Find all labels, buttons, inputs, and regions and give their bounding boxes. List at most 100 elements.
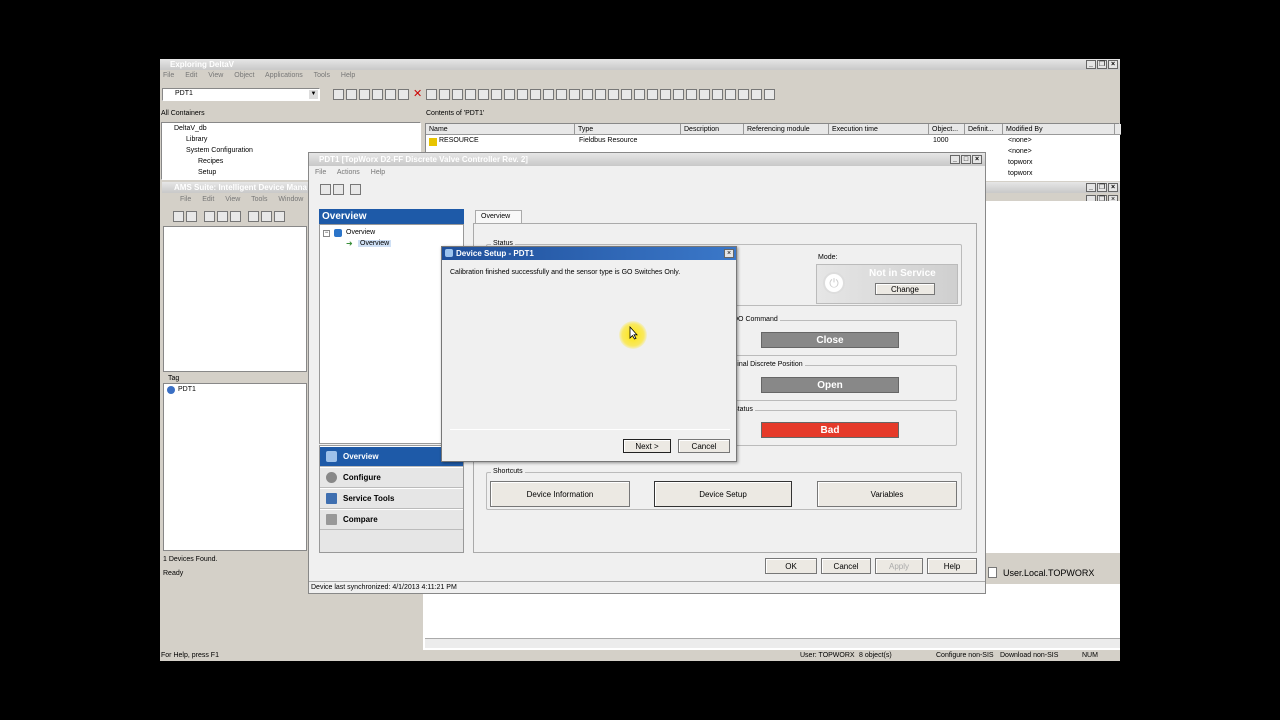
toolbar-icon[interactable]: [647, 89, 659, 100]
toolbar-icon[interactable]: [248, 211, 259, 222]
device-menu-actions[interactable]: Actions: [337, 169, 360, 176]
toolbar-icon[interactable]: [439, 89, 451, 100]
toolbar-icon[interactable]: [385, 89, 396, 100]
column-modified-by[interactable]: Modified By: [1003, 124, 1115, 135]
nav-compare[interactable]: Compare: [320, 509, 463, 530]
menu-tools[interactable]: Tools: [314, 72, 330, 79]
print-icon[interactable]: [173, 211, 184, 222]
ams-menu-view[interactable]: View: [225, 196, 240, 203]
preview-icon[interactable]: [186, 211, 197, 222]
cut-icon[interactable]: [204, 211, 215, 222]
variables-button[interactable]: Variables: [817, 481, 957, 507]
explorer-combo[interactable]: PDT1 ▼: [162, 88, 320, 101]
restore-icon[interactable]: ❐: [1097, 60, 1107, 69]
toolbar-icon[interactable]: [478, 89, 490, 100]
toolbar-icon[interactable]: [751, 89, 763, 100]
next-button[interactable]: Next >: [623, 439, 671, 453]
toolbar-icon[interactable]: [333, 89, 344, 100]
combo-chevron-icon[interactable]: ▼: [309, 90, 318, 99]
close-icon[interactable]: ×: [724, 249, 734, 258]
tree-item-library[interactable]: Library: [186, 136, 207, 143]
toolbar-icon[interactable]: [543, 89, 555, 100]
toolbar-icon[interactable]: [686, 89, 698, 100]
toolbar-icon[interactable]: [738, 89, 750, 100]
tree-item-recipes[interactable]: Recipes: [198, 158, 223, 165]
preview-icon[interactable]: [333, 184, 344, 195]
toolbar-icon[interactable]: [660, 89, 672, 100]
toolbar-icon[interactable]: [725, 89, 737, 100]
ams-menu-edit[interactable]: Edit: [202, 196, 214, 203]
tag-item[interactable]: PDT1: [178, 386, 196, 393]
tree-item-system-configuration[interactable]: System Configuration: [186, 147, 253, 154]
close-icon[interactable]: ×: [1108, 183, 1118, 192]
toolbar-icon[interactable]: [426, 89, 438, 100]
table-row[interactable]: RESOURCE Fieldbus Resource 1000 <none>: [426, 137, 1116, 147]
copy-icon[interactable]: [217, 211, 228, 222]
toolbar-icon[interactable]: [398, 89, 409, 100]
toolbar-icon[interactable]: [452, 89, 464, 100]
toolbar-icon[interactable]: [261, 211, 272, 222]
toolbar-icon[interactable]: [673, 89, 685, 100]
overview-tab[interactable]: Overview: [475, 210, 522, 223]
maximize-icon[interactable]: □: [961, 155, 971, 164]
device-menu-file[interactable]: File: [315, 169, 326, 176]
close-icon[interactable]: ×: [1108, 60, 1118, 69]
delete-icon[interactable]: ✕: [413, 89, 422, 101]
restore-icon[interactable]: ❐: [1097, 183, 1107, 192]
menu-file[interactable]: File: [163, 72, 174, 79]
device-menu-help[interactable]: Help: [371, 169, 385, 176]
toolbar-icon[interactable]: [582, 89, 594, 100]
column-execution-time[interactable]: Execution time: [829, 124, 929, 135]
menu-applications[interactable]: Applications: [265, 72, 303, 79]
toolbar-icon[interactable]: [608, 89, 620, 100]
minimize-icon[interactable]: _: [1086, 183, 1096, 192]
column-name[interactable]: Name: [426, 124, 575, 135]
toolbar-icon[interactable]: [346, 89, 357, 100]
ams-menu-window[interactable]: Window: [278, 196, 303, 203]
dialog-cancel-button[interactable]: Cancel: [678, 439, 730, 453]
apply-button[interactable]: Apply: [875, 558, 923, 574]
toolbar-icon[interactable]: [517, 89, 529, 100]
paste-icon[interactable]: [230, 211, 241, 222]
tree-overview-root[interactable]: Overview: [346, 229, 375, 236]
nav-service-tools[interactable]: Service Tools: [320, 488, 463, 509]
ams-menu-file[interactable]: File: [180, 196, 191, 203]
minimize-icon[interactable]: _: [1086, 60, 1096, 69]
toolbar-icon[interactable]: [634, 89, 646, 100]
toolbar-icon[interactable]: [621, 89, 633, 100]
toolbar-icon[interactable]: [569, 89, 581, 100]
toolbar-icon[interactable]: [530, 89, 542, 100]
toolbar-icon[interactable]: [491, 89, 503, 100]
column-object[interactable]: Object...: [929, 124, 965, 135]
device-information-button[interactable]: Device Information: [490, 481, 630, 507]
menu-edit[interactable]: Edit: [185, 72, 197, 79]
nav-configure[interactable]: Configure: [320, 467, 463, 488]
tree-collapse-icon[interactable]: −: [323, 230, 330, 237]
tree-item-deltav-db[interactable]: DeltaV_db: [174, 125, 207, 132]
column-referencing-module[interactable]: Referencing module: [744, 124, 829, 135]
menu-view[interactable]: View: [208, 72, 223, 79]
device-setup-button[interactable]: Device Setup: [654, 481, 792, 507]
toolbar-icon[interactable]: [274, 211, 285, 222]
cancel-button[interactable]: Cancel: [821, 558, 871, 574]
change-mode-button[interactable]: Change: [875, 283, 935, 295]
tree-item-setup[interactable]: Setup: [198, 169, 216, 176]
toolbar-icon[interactable]: [764, 89, 776, 100]
minimize-icon[interactable]: _: [950, 155, 960, 164]
column-description[interactable]: Description: [681, 124, 744, 135]
column-definition[interactable]: Definit...: [965, 124, 1003, 135]
column-type[interactable]: Type: [575, 124, 681, 135]
toolbar-icon[interactable]: [372, 89, 383, 100]
print-icon[interactable]: [320, 184, 331, 195]
ams-menu-tools[interactable]: Tools: [251, 196, 267, 203]
help-button[interactable]: Help: [927, 558, 977, 574]
toolbar-icon[interactable]: [465, 89, 477, 100]
close-icon[interactable]: ×: [972, 155, 982, 164]
help-icon[interactable]: [350, 184, 361, 195]
menu-help[interactable]: Help: [341, 72, 355, 79]
ok-button[interactable]: OK: [765, 558, 817, 574]
tree-overview-child[interactable]: Overview: [358, 240, 392, 247]
toolbar-icon[interactable]: [359, 89, 370, 100]
toolbar-icon[interactable]: [504, 89, 516, 100]
toolbar-icon[interactable]: [556, 89, 568, 100]
